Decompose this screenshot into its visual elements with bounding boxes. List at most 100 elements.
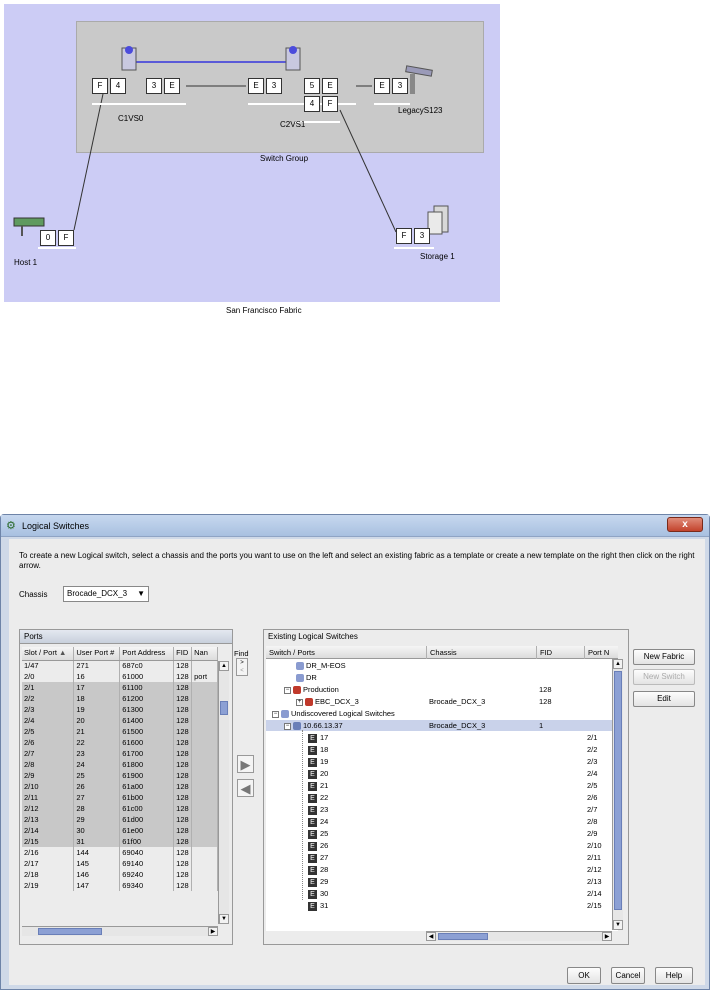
new-fabric-button[interactable]: New Fabric [633, 649, 695, 665]
tree-row[interactable]: DR [266, 672, 618, 683]
table-row[interactable]: 2/9 25 61900 128 [22, 770, 218, 781]
tree-row[interactable]: E 26 2/10 [266, 840, 618, 851]
cancel-button[interactable]: Cancel [611, 967, 645, 984]
ports-vscrollbar[interactable]: ▲ ▼ [218, 661, 229, 924]
col-name[interactable]: Nan [191, 647, 218, 661]
ports-hscrollbar[interactable]: ▶ [22, 926, 218, 936]
col-user-port[interactable]: User Port # [73, 647, 121, 661]
table-row[interactable]: 2/1 17 61100 128 [22, 682, 218, 693]
col-port-number[interactable]: Port N [584, 646, 609, 659]
c2vs1-port-e[interactable]: E [248, 78, 264, 94]
dialog-titlebar[interactable]: ⚙ Logical Switches x [1, 515, 709, 537]
collapse-icon[interactable]: − [284, 686, 291, 694]
tree-row[interactable]: E 31 2/15 [266, 900, 618, 911]
els-vscroll-thumb[interactable] [614, 671, 622, 910]
edit-button[interactable]: Edit [633, 691, 695, 707]
ports-hscroll-thumb[interactable] [38, 928, 102, 935]
tree-row[interactable]: E 29 2/13 [266, 876, 618, 887]
col-fid[interactable]: FID [173, 647, 193, 661]
c2vs1-port-e2[interactable]: E [322, 78, 338, 94]
table-row[interactable]: 2/0 16 61000 128 port [22, 671, 218, 682]
scroll-up-icon[interactable]: ▲ [219, 661, 229, 671]
col-port-address[interactable]: Port Address [119, 647, 175, 661]
table-row[interactable]: 2/14 30 61e00 128 [22, 825, 218, 836]
scroll-right-icon[interactable]: ▶ [208, 927, 218, 936]
c2vs1-port-4[interactable]: 4 [304, 96, 320, 112]
table-row[interactable]: 2/19 147 69340 128 [22, 880, 218, 891]
table-row[interactable]: 2/5 21 61500 128 [22, 726, 218, 737]
ports-vscroll-thumb[interactable] [220, 701, 228, 715]
els-vscrollbar[interactable]: ▲ ▼ [612, 659, 623, 930]
c1vs0-port-e[interactable]: E [164, 78, 180, 94]
tree-row[interactable]: E 18 2/2 [266, 744, 618, 755]
c2vs1-port-3[interactable]: 3 [266, 78, 282, 94]
find-button[interactable]: > < [236, 658, 248, 676]
c2vs1-port-f[interactable]: F [322, 96, 338, 112]
new-switch-button[interactable]: New Switch [633, 669, 695, 685]
move-right-button[interactable]: ▶ [237, 755, 254, 773]
tree-row[interactable]: E 23 2/7 [266, 804, 618, 815]
col-fid[interactable]: FID [536, 646, 552, 659]
tree-row[interactable]: E 21 2/5 [266, 780, 618, 791]
scroll-left-icon[interactable]: ◀ [426, 932, 436, 941]
c1vs0-port-f[interactable]: F [92, 78, 108, 94]
tree-row[interactable]: E 17 2/1 [266, 732, 618, 743]
table-row[interactable]: 2/15 31 61f00 128 [22, 836, 218, 847]
scroll-down-icon[interactable]: ▼ [613, 920, 623, 930]
col-chassis[interactable]: Chassis [426, 646, 457, 659]
table-row[interactable]: 2/6 22 61600 128 [22, 737, 218, 748]
expand-icon[interactable]: + [296, 698, 303, 706]
table-row[interactable]: 2/13 29 61d00 128 [22, 814, 218, 825]
table-row[interactable]: 2/18 146 69240 128 [22, 869, 218, 880]
tree-row[interactable]: E 30 2/14 [266, 888, 618, 899]
table-row[interactable]: 2/10 26 61a00 128 [22, 781, 218, 792]
ports-table[interactable]: Slot / Port ▲ User Port # Port Address F… [22, 647, 218, 891]
scroll-down-icon[interactable]: ▼ [219, 914, 229, 924]
tree-row[interactable]: DR_M-EOS [266, 660, 618, 671]
tree-row[interactable]: E 22 2/6 [266, 792, 618, 803]
ok-button[interactable]: OK [567, 967, 601, 984]
table-row[interactable]: 1/47 271 687c0 128 [22, 660, 218, 671]
collapse-icon[interactable]: − [284, 722, 291, 730]
tree-row[interactable]: − Undiscovered Logical Switches [266, 708, 618, 719]
tree-row[interactable]: E 20 2/4 [266, 768, 618, 779]
close-button[interactable]: x [667, 517, 703, 532]
table-row[interactable]: 2/4 20 61400 128 [22, 715, 218, 726]
host-port-f[interactable]: F [58, 230, 74, 246]
scroll-up-icon[interactable]: ▲ [613, 659, 623, 669]
tree-row[interactable]: E 28 2/12 [266, 864, 618, 875]
table-row[interactable]: 2/12 28 61c00 128 [22, 803, 218, 814]
tree-row[interactable]: − 10.66.13.37 Brocade_DCX_3 1 [266, 720, 618, 731]
tree-row[interactable]: − Production 128 [266, 684, 618, 695]
legacy-port-3[interactable]: 3 [392, 78, 408, 94]
legacy-port-e[interactable]: E [374, 78, 390, 94]
move-left-button[interactable]: ◀ [237, 779, 254, 797]
table-row[interactable]: 2/2 18 61200 128 [22, 693, 218, 704]
table-row[interactable]: 2/3 19 61300 128 [22, 704, 218, 715]
els-hscrollbar[interactable]: ◀ ▶ [426, 931, 612, 941]
els-tree-table[interactable]: Switch / Ports Chassis FID Port N DR_M-E… [266, 646, 618, 931]
host-port-0[interactable]: 0 [40, 230, 56, 246]
c1vs0-port-4[interactable]: 4 [110, 78, 126, 94]
scroll-right-icon[interactable]: ▶ [602, 932, 612, 941]
table-row[interactable]: 2/16 144 69040 128 [22, 847, 218, 858]
tree-row[interactable]: E 27 2/11 [266, 852, 618, 863]
c1vs0-port-3[interactable]: 3 [146, 78, 162, 94]
table-row[interactable]: 2/8 24 61800 128 [22, 759, 218, 770]
storage-port-f[interactable]: F [396, 228, 412, 244]
tree-row[interactable]: + EBC_DCX_3 Brocade_DCX_3 128 [266, 696, 618, 707]
collapse-icon[interactable]: − [272, 710, 279, 718]
table-row[interactable]: 2/17 145 69140 128 [22, 858, 218, 869]
col-switch-ports[interactable]: Switch / Ports [269, 646, 315, 659]
table-row[interactable]: 2/11 27 61b00 128 [22, 792, 218, 803]
c2vs1-port-5[interactable]: 5 [304, 78, 320, 94]
tree-row[interactable]: E 19 2/3 [266, 756, 618, 767]
storage-port-3[interactable]: 3 [414, 228, 430, 244]
tree-row[interactable]: E 24 2/8 [266, 816, 618, 827]
els-hscroll-thumb[interactable] [438, 933, 488, 940]
tree-row[interactable]: E 25 2/9 [266, 828, 618, 839]
table-row[interactable]: 2/7 23 61700 128 [22, 748, 218, 759]
chassis-select[interactable]: Brocade_DCX_3 ▼ [63, 586, 149, 602]
help-button[interactable]: Help [655, 967, 693, 984]
col-slot-port[interactable]: Slot / Port ▲ [22, 647, 75, 661]
